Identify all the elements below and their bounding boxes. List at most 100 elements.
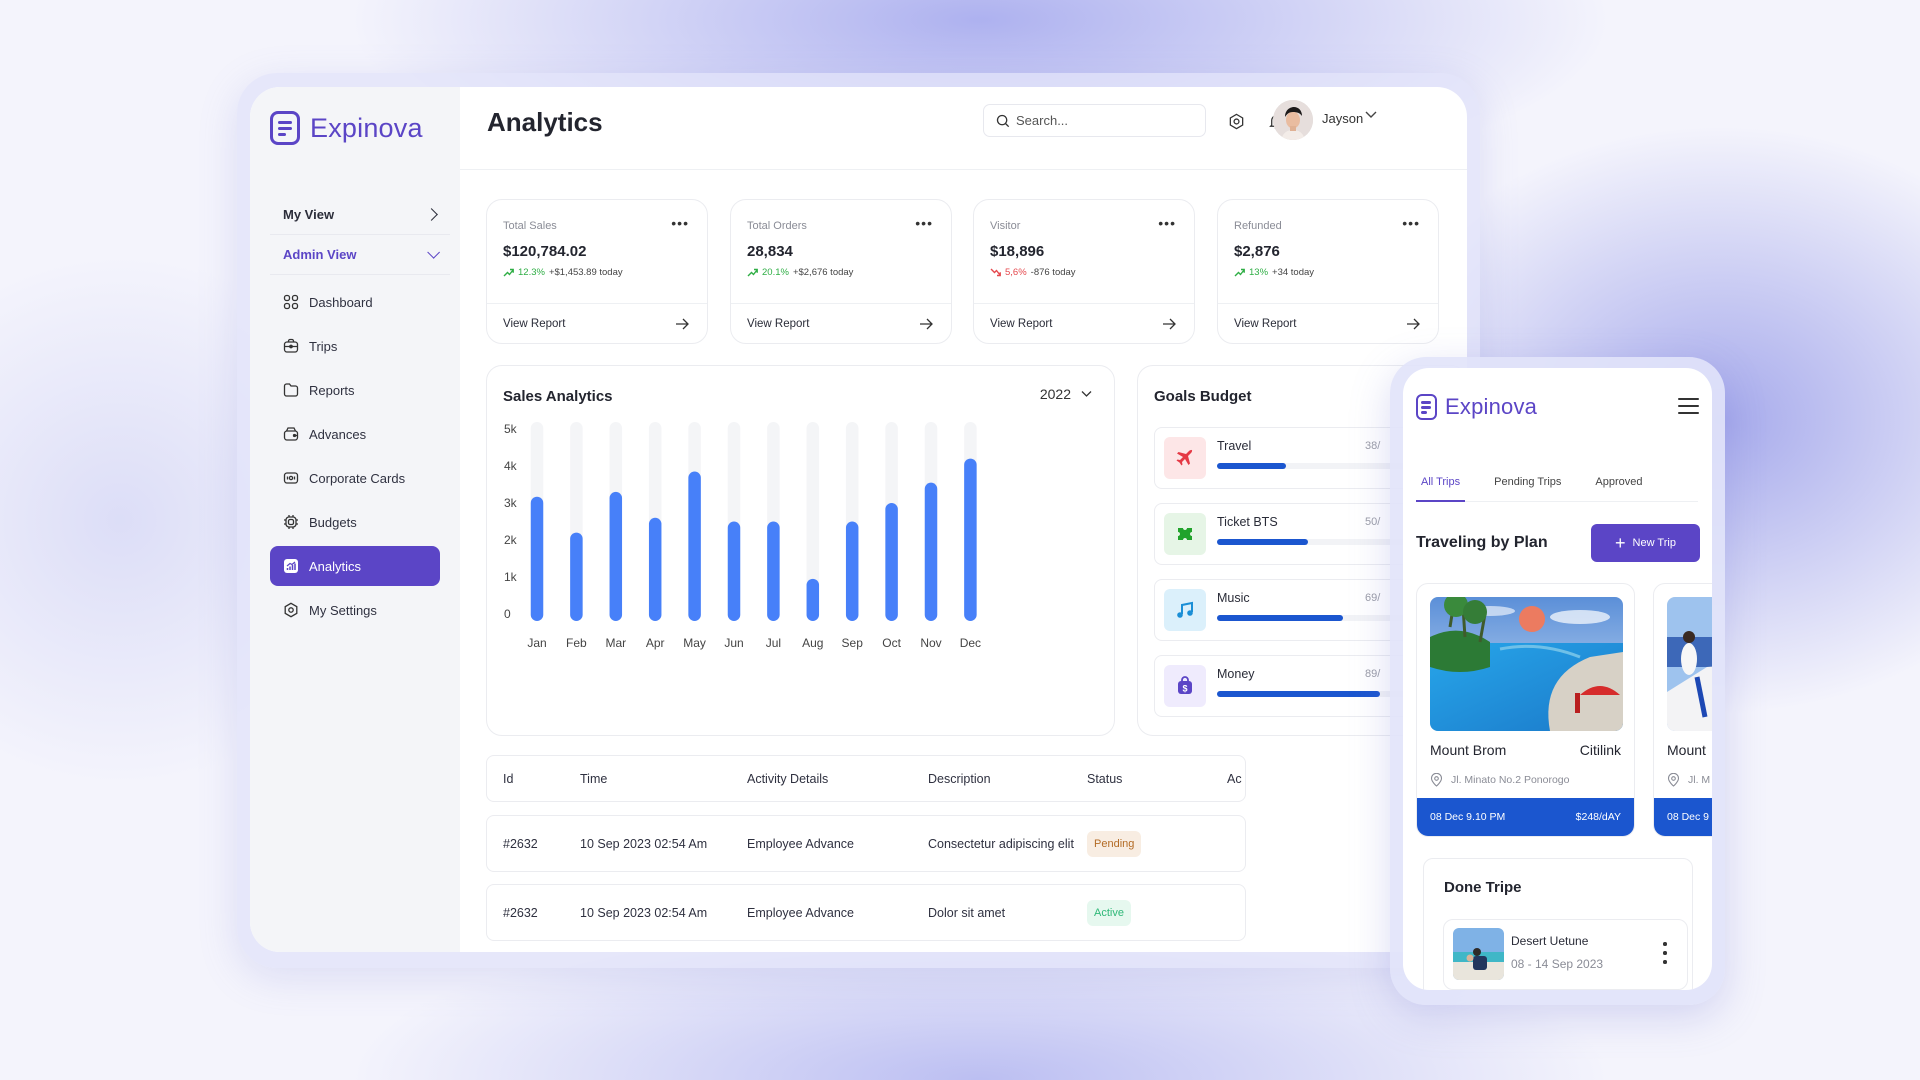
stat-card-refunded: Refunded ••• $2,876 13% +34 today View R…	[1217, 199, 1439, 344]
y-tick-label: 1k	[504, 570, 518, 584]
view-report-link[interactable]: View Report	[731, 303, 951, 343]
mobile-panel: Expinova All Trips Pending Trips Approve…	[1403, 368, 1712, 990]
sidebar-item-my-settings[interactable]: My Settings	[270, 590, 440, 630]
done-trip-item[interactable]: Desert Uetune 08 - 14 Sep 2023	[1443, 919, 1688, 990]
column-header-id[interactable]: Id	[503, 772, 513, 786]
logo[interactable]: Expinova	[270, 111, 423, 145]
sidebar-item-trips[interactable]: Trips	[270, 326, 440, 366]
y-tick-label: 5k	[504, 422, 518, 436]
admin-view-toggle[interactable]: Admin View	[270, 235, 450, 275]
cell-activity: Employee Advance	[747, 905, 855, 920]
bar-mar[interactable]	[609, 491, 623, 621]
x-tick-label: Jan	[527, 636, 546, 650]
plus-icon: +	[1615, 533, 1626, 553]
bar-jan[interactable]	[530, 496, 544, 621]
trip-card[interactable]: Mount Brom Citilink Jl. Minato No.2 Pono…	[1416, 583, 1635, 837]
column-header-time[interactable]: Time	[580, 772, 607, 786]
stat-delta: 5,6% -876 today	[990, 267, 1076, 278]
column-header-description[interactable]: Description	[928, 772, 991, 786]
year-select[interactable]: 2022	[1040, 386, 1092, 402]
airplane-icon	[1164, 437, 1206, 479]
more-options-icon[interactable]: •••	[671, 216, 689, 230]
sidebar-item-budgets[interactable]: Budgets	[270, 502, 440, 542]
goal-progress-fill	[1217, 615, 1343, 621]
column-header-action[interactable]: Ac	[1227, 772, 1242, 786]
year-value: 2022	[1039, 386, 1071, 402]
stat-percent: 5,6%	[1005, 267, 1027, 278]
stat-delta: 12.3% +$1,453.89 today	[503, 267, 623, 278]
view-report-label: View Report	[1234, 317, 1297, 330]
trip-address: Jl. M	[1667, 773, 1710, 787]
svg-text:$: $	[1182, 684, 1187, 694]
search-icon	[996, 114, 1010, 127]
chevron-down-icon	[427, 246, 440, 259]
sidebar-item-dashboard[interactable]: Dashboard	[270, 282, 440, 322]
bar-feb[interactable]	[570, 532, 583, 621]
goal-name: Travel	[1217, 439, 1252, 453]
table-row[interactable]: #2632 10 Sep 2023 02:54 Am Employee Adva…	[486, 815, 1246, 872]
view-report-link[interactable]: View Report	[1218, 303, 1438, 343]
more-options-icon[interactable]: •••	[1402, 216, 1420, 230]
view-report-link[interactable]: View Report	[487, 303, 707, 343]
mobile-logo[interactable]: Expinova	[1416, 394, 1537, 420]
goal-value: 38/	[1365, 440, 1381, 452]
table-row[interactable]: #2632 10 Sep 2023 02:54 Am Employee Adva…	[486, 884, 1246, 941]
table-header: Id Time Activity Details Description Sta…	[486, 755, 1246, 802]
my-view-toggle[interactable]: My View	[270, 195, 450, 235]
y-tick-label: 0	[504, 607, 511, 621]
avatar[interactable]	[1273, 100, 1313, 140]
sidebar-item-label: Corporate Cards	[309, 470, 406, 486]
y-tick-label: 4k	[504, 459, 518, 473]
bar-oct[interactable]	[885, 503, 898, 621]
new-trip-button[interactable]: + New Trip	[1591, 524, 1700, 562]
stat-label: Total Orders	[747, 220, 807, 232]
done-trips-title: Done Tripe	[1444, 879, 1522, 896]
logo-text: Expinova	[310, 112, 423, 143]
column-header-status[interactable]: Status	[1087, 772, 1122, 786]
sidebar-item-reports[interactable]: Reports	[270, 370, 440, 410]
tab-all-trips[interactable]: All Trips	[1416, 468, 1466, 502]
bar-apr[interactable]	[648, 517, 662, 621]
stat-label: Visitor	[990, 220, 1021, 232]
done-trip-name: Desert Uetune	[1511, 934, 1589, 948]
settings-button[interactable]	[1226, 111, 1246, 131]
bar-sep[interactable]	[845, 521, 859, 622]
stat-delta: 13% +34 today	[1234, 267, 1314, 278]
beach-couple-image	[1453, 928, 1504, 980]
user-menu-chevron[interactable]	[1364, 107, 1378, 126]
stat-value: $18,896	[990, 243, 1045, 260]
sidebar-item-analytics[interactable]: Analytics	[270, 546, 440, 586]
bar-aug[interactable]	[806, 578, 820, 621]
arrow-right-icon	[1407, 318, 1420, 329]
arrow-right-icon	[676, 318, 689, 329]
search-input[interactable]	[1016, 113, 1186, 128]
stat-percent: 12.3%	[518, 267, 545, 278]
x-tick-label: Jun	[724, 636, 743, 650]
trip-photo	[1430, 597, 1623, 731]
more-options-icon[interactable]: •••	[915, 216, 933, 230]
sidebar-item-corporate-cards[interactable]: Corporate Cards	[270, 458, 440, 498]
more-options-icon[interactable]: •••	[1158, 216, 1176, 230]
my-view-label: My View	[283, 207, 335, 222]
trip-photo	[1667, 597, 1712, 731]
bar-jul[interactable]	[767, 521, 780, 622]
column-header-activity[interactable]: Activity Details	[747, 772, 828, 786]
location-pin-icon	[1430, 773, 1443, 787]
bar-dec[interactable]	[964, 458, 977, 621]
view-report-link[interactable]: View Report	[974, 303, 1194, 343]
x-tick-label: Apr	[646, 636, 665, 650]
bar-jun[interactable]	[727, 521, 741, 622]
bar-nov[interactable]	[924, 482, 938, 621]
tab-pending-trips[interactable]: Pending Trips	[1489, 468, 1566, 502]
trip-card[interactable]: Mount Jl. M 08 Dec 9	[1653, 583, 1712, 837]
stat-value: 28,834	[747, 243, 793, 260]
more-vertical-icon[interactable]	[1663, 942, 1667, 966]
tab-approved[interactable]: Approved	[1590, 468, 1647, 502]
search-box[interactable]	[983, 104, 1206, 137]
sidebar-item-advances[interactable]: Advances	[270, 414, 440, 454]
sidebar-item-label: Budgets	[309, 514, 357, 530]
menu-button[interactable]	[1678, 398, 1699, 414]
done-trip-dates: 08 - 14 Sep 2023	[1511, 957, 1604, 971]
chevron-down-icon	[1365, 111, 1377, 118]
bar-may[interactable]	[688, 471, 701, 621]
